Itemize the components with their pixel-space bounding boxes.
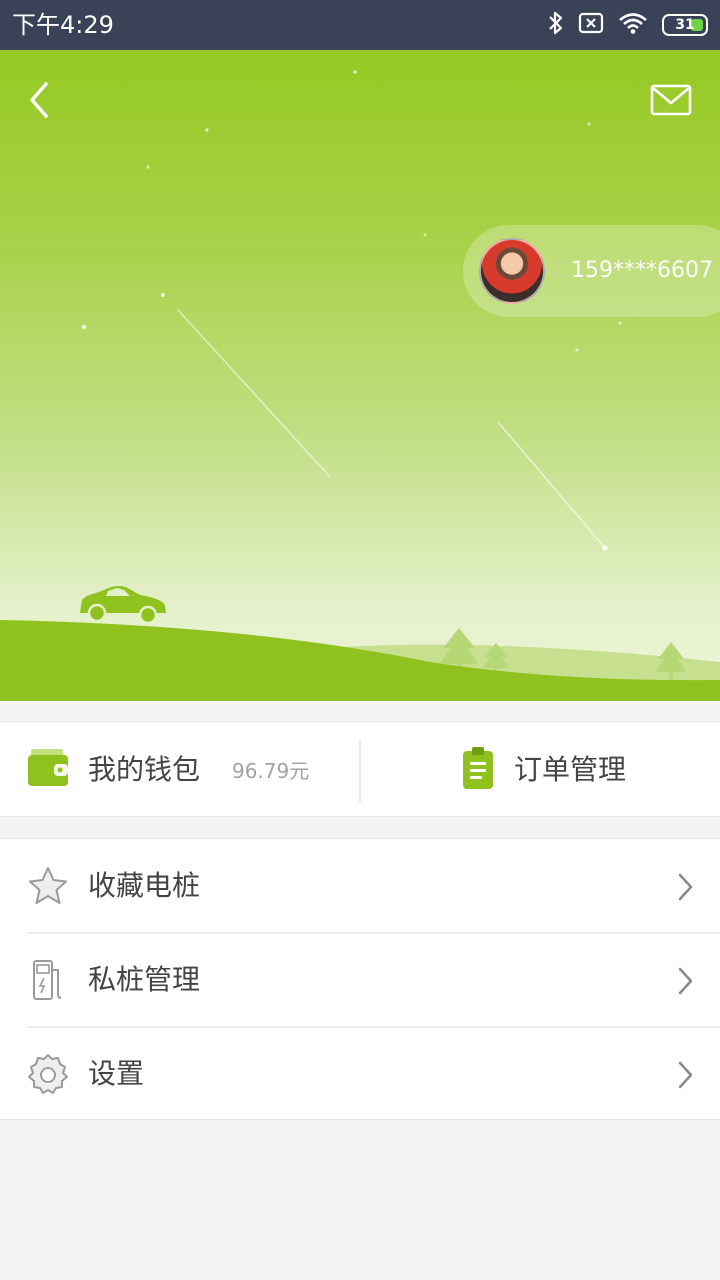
chevron-right-icon (678, 873, 693, 901)
wallet-label: 我的钱包 (88, 753, 201, 786)
profile-header: 159****6607 (0, 50, 720, 701)
bluetooth-icon (548, 10, 564, 40)
messages-button[interactable] (648, 80, 694, 120)
orders-button[interactable]: 订单管理 (361, 722, 720, 816)
back-button[interactable] (20, 78, 60, 122)
no-sim-icon (578, 12, 604, 38)
clipboard-icon (463, 747, 493, 789)
menu-item-label: 私桩管理 (88, 963, 201, 996)
menu-item-private-chargers[interactable]: 私桩管理 (0, 933, 720, 1027)
chevron-right-icon (678, 1061, 693, 1089)
car-illustration (80, 586, 166, 625)
wallet-icon (28, 749, 68, 786)
menu-item-favorite-chargers[interactable]: 收藏电桩 (0, 839, 720, 933)
battery-icon: 31 (662, 14, 708, 36)
wallet-button[interactable]: 我的钱包 96.79元 (0, 722, 360, 816)
wallet-balance: 96.79元 (232, 759, 310, 783)
status-bar: 下午4:29 31 (0, 0, 720, 50)
menu-item-label: 设置 (88, 1057, 145, 1090)
gear-icon (28, 1054, 68, 1094)
quick-actions-card: 我的钱包 96.79元 订单管理 (0, 721, 720, 817)
menu-item-settings[interactable]: 设置 (0, 1027, 720, 1121)
status-time: 下午4:29 (12, 11, 114, 39)
mail-icon (650, 84, 692, 116)
landscape-illustration (0, 70, 720, 701)
wifi-icon (618, 12, 648, 38)
orders-label: 订单管理 (514, 753, 627, 786)
settings-menu: 收藏电桩 私桩管理 设置 (0, 838, 720, 1120)
battery-level: 31 (675, 17, 695, 33)
chevron-right-icon (678, 967, 693, 995)
menu-item-label: 收藏电桩 (88, 869, 201, 902)
user-phone: 159****6607 (571, 258, 713, 283)
chevron-left-icon (30, 82, 48, 118)
star-icon (29, 867, 67, 904)
status-icons: 31 (548, 10, 708, 40)
user-profile-card[interactable]: 159****6607 (463, 225, 720, 317)
charger-icon (33, 960, 62, 1000)
avatar[interactable] (479, 238, 545, 304)
